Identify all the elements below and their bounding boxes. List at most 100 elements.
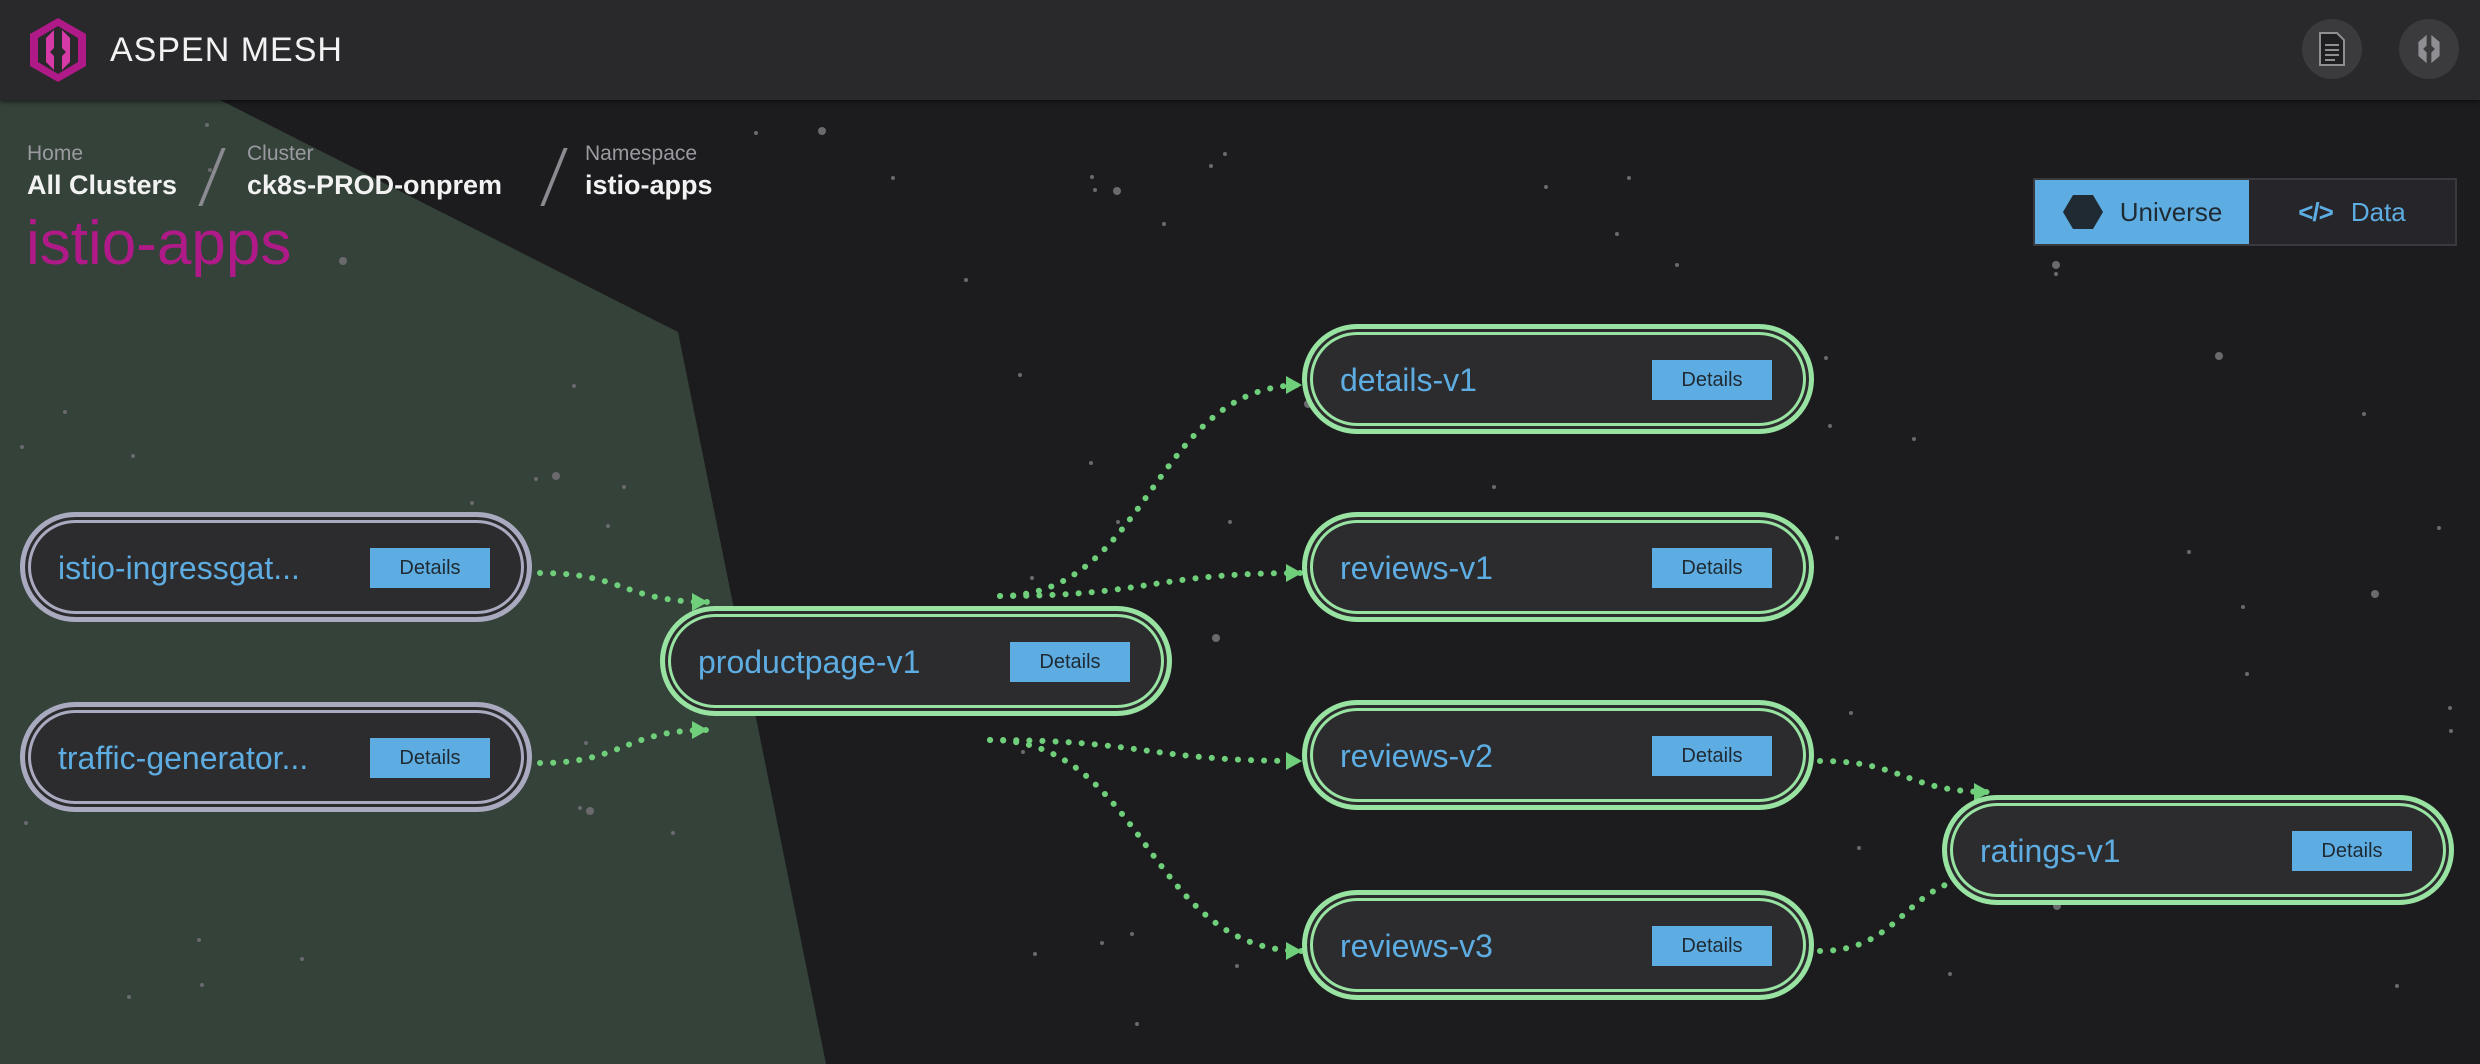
service-graph-canvas[interactable]: Home All Clusters Cluster ck8s-PROD-onpr… xyxy=(0,100,2480,1064)
star xyxy=(2449,729,2453,733)
star xyxy=(1544,185,1548,189)
star xyxy=(1113,187,1121,195)
star xyxy=(1824,356,1828,360)
star xyxy=(1135,1022,1139,1026)
star xyxy=(1627,176,1631,180)
star xyxy=(1948,972,1952,976)
edge-arrow-icon xyxy=(1286,752,1302,770)
node-label: reviews-v2 xyxy=(1340,738,1493,774)
graph-node[interactable]: details-v1 Details xyxy=(1302,324,1814,434)
details-button[interactable]: Details xyxy=(370,548,490,588)
star xyxy=(1228,520,1232,524)
docs-button[interactable] xyxy=(2302,19,2362,79)
brand[interactable]: ASPEN MESH xyxy=(24,14,343,86)
universe-view-label: Universe xyxy=(2119,196,2223,227)
star xyxy=(197,938,201,942)
star xyxy=(1675,263,1679,267)
star xyxy=(1912,437,1916,441)
edge-arrow-icon xyxy=(1286,942,1302,960)
details-button[interactable]: Details xyxy=(1652,360,1772,400)
star xyxy=(606,524,610,528)
node-label: details-v1 xyxy=(1340,362,1477,398)
page-title: istio-apps xyxy=(26,209,292,278)
star xyxy=(1018,373,1022,377)
star xyxy=(1492,485,1496,489)
graph-edge xyxy=(997,570,1305,599)
node-label: reviews-v3 xyxy=(1340,928,1493,964)
node-label: ratings-v1 xyxy=(1980,833,2121,869)
aspen-mesh-logo-icon xyxy=(2418,34,2440,64)
star xyxy=(63,410,67,414)
star xyxy=(1209,164,1213,168)
star xyxy=(1130,932,1134,936)
star xyxy=(2052,261,2060,269)
graph-node[interactable]: reviews-v1 Details xyxy=(1302,512,1814,622)
star xyxy=(1212,634,1220,642)
details-button[interactable]: Details xyxy=(1652,926,1772,966)
star xyxy=(1849,711,1853,715)
document-icon xyxy=(2319,32,2345,66)
graph-edge xyxy=(1817,758,1993,795)
star xyxy=(1828,424,1832,428)
star xyxy=(1021,750,1025,754)
star xyxy=(534,477,538,481)
star xyxy=(24,821,28,825)
star xyxy=(339,257,347,265)
graph-node[interactable]: traffic-generator... Details xyxy=(20,702,532,812)
edge-arrow-icon xyxy=(1286,564,1302,582)
star xyxy=(127,995,131,999)
breadcrumb-namespace[interactable]: Namespace istio-apps xyxy=(585,142,713,201)
star xyxy=(818,127,826,135)
star xyxy=(2437,526,2441,530)
star xyxy=(1615,232,1619,236)
star xyxy=(1100,941,1104,945)
graph-node[interactable]: reviews-v2 Details xyxy=(1302,700,1814,810)
graph-edge xyxy=(997,382,1305,599)
breadcrumb-home-value[interactable]: All Clusters xyxy=(27,170,177,201)
breadcrumb-cluster-value[interactable]: ck8s-PROD-onprem xyxy=(247,170,502,201)
star xyxy=(20,445,24,449)
graph-node[interactable]: ratings-v1 Details xyxy=(1942,795,2454,905)
star xyxy=(2362,412,2366,416)
breadcrumb-home[interactable]: Home All Clusters xyxy=(27,142,177,201)
breadcrumb-cluster[interactable]: Cluster ck8s-PROD-onprem xyxy=(247,142,502,201)
star xyxy=(584,741,588,745)
code-icon: </> xyxy=(2298,196,2334,227)
star xyxy=(1857,846,1861,850)
details-button[interactable]: Details xyxy=(370,738,490,778)
universe-view-button[interactable]: Universe xyxy=(2035,180,2249,244)
breadcrumb-namespace-value[interactable]: istio-apps xyxy=(585,170,713,201)
star xyxy=(964,278,968,282)
star xyxy=(578,806,582,810)
breadcrumb-cluster-label: Cluster xyxy=(247,142,314,165)
brand-name: ASPEN MESH xyxy=(110,30,343,69)
star xyxy=(891,176,895,180)
breadcrumb-home-label: Home xyxy=(27,142,84,165)
star xyxy=(1162,222,1166,226)
star xyxy=(572,384,576,388)
view-toggle: Universe </> Data xyxy=(2033,178,2457,246)
details-button[interactable]: Details xyxy=(1652,548,1772,588)
details-button[interactable]: Details xyxy=(1652,736,1772,776)
star xyxy=(131,454,135,458)
account-button[interactable] xyxy=(2399,19,2459,79)
data-view-button[interactable]: </> Data xyxy=(2249,180,2455,244)
breadcrumb-namespace-label: Namespace xyxy=(585,142,698,165)
data-view-label: Data xyxy=(2350,196,2406,227)
star xyxy=(552,472,560,480)
details-button[interactable]: Details xyxy=(1010,642,1130,682)
star xyxy=(671,831,675,835)
star xyxy=(2215,352,2223,360)
graph-node[interactable]: reviews-v3 Details xyxy=(1302,890,1814,1000)
star xyxy=(470,501,474,505)
node-label: istio-ingressgat... xyxy=(58,550,300,586)
edge-arrow-icon xyxy=(1286,376,1302,394)
node-label: reviews-v1 xyxy=(1340,550,1493,586)
graph-edge xyxy=(987,737,1305,764)
star xyxy=(2054,272,2058,276)
graph-node[interactable]: istio-ingressgat... Details xyxy=(20,512,532,622)
star xyxy=(1093,188,1097,192)
details-button[interactable]: Details xyxy=(2292,831,2412,871)
hexagon-icon xyxy=(2062,195,2103,229)
graph-node[interactable]: productpage-v1 Details xyxy=(660,606,1172,716)
